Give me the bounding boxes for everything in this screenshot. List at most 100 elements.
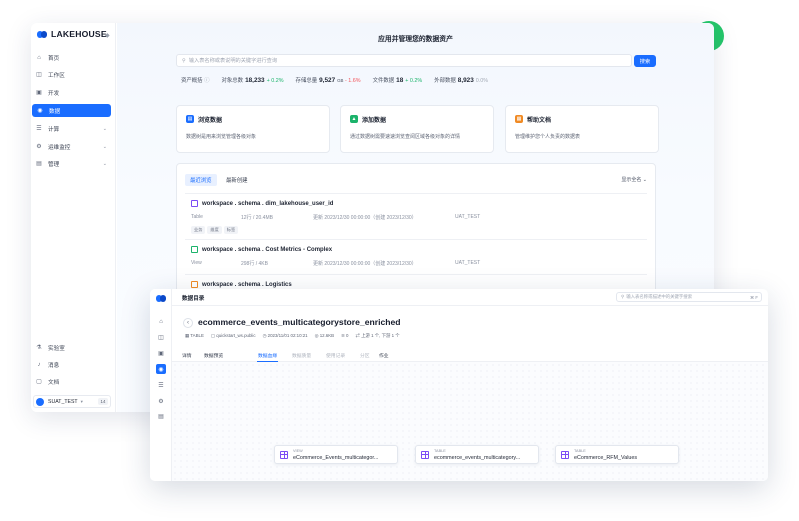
tab-partitions[interactable]: 分区 <box>360 352 370 359</box>
sidebar-item-lab[interactable]: ⚗ 实验室 <box>31 341 111 354</box>
storage-icon: ◎ <box>314 333 319 338</box>
home-icon: ⌂ <box>37 54 41 61</box>
show-full-name-toggle[interactable]: 显示全名 ⌄ <box>621 176 647 183</box>
sidebar-item-docs[interactable]: ▢ 文档 <box>31 375 111 388</box>
search-icon: ⚲ <box>621 294 625 299</box>
workspace-icon[interactable]: ◫ <box>156 332 166 342</box>
code-icon[interactable]: ▣ <box>156 348 166 358</box>
lakehouse-logo-icon <box>37 30 47 38</box>
data-catalog-window: ⌂ ◫ ▣ ◉ ☰ ⚙ ▤ 数据目录 ⚲ 输入表名称或描述中的关键字搜索 ⌘ F… <box>150 289 768 481</box>
tab-data-lineage[interactable]: 数据血缘 <box>258 352 277 359</box>
recent-row-title[interactable]: workspace . schema . Logistics <box>191 281 292 288</box>
chevron-down-icon: ⌄ <box>102 160 107 167</box>
meta-count: ≋ 0 <box>341 333 349 338</box>
brand-logo[interactable]: LAKEHOUSE <box>37 29 107 39</box>
stat-objects: 对象总数 18,233 + 0.2% <box>221 77 284 84</box>
browse-icon: ▤ <box>186 115 194 123</box>
avatar <box>36 397 44 406</box>
tab-data-preview[interactable]: 数据预览 <box>204 352 223 359</box>
doc-icon: ▦ <box>515 115 523 123</box>
tab-data-quality[interactable]: 数据质量 <box>292 352 311 359</box>
tag: 业务 <box>191 226 206 234</box>
sidebar-item-develop[interactable]: ▣ 开发 <box>31 86 111 99</box>
lineage-node-downstream[interactable]: TABLE eCommerce_RFM_Values <box>555 445 679 464</box>
sidebar-item-manage[interactable]: ▤ 管理 ⌄ <box>31 157 111 170</box>
workspace-icon: ◫ <box>36 72 42 78</box>
divider <box>185 239 647 240</box>
user-name: SUAT_TEST <box>48 398 78 405</box>
table-icon <box>421 451 429 459</box>
tab-recent-viewed[interactable]: 最近浏览 <box>185 174 217 186</box>
shortcut-hint: ⌘ F <box>750 294 758 300</box>
meta-time: ◷ 2023/11/01 02:10:21 <box>262 333 308 338</box>
search-button[interactable]: 搜索 <box>634 55 656 67</box>
tab-recent-created[interactable]: 最新创建 <box>221 174 253 186</box>
sidebar-item-compute[interactable]: ☰ 计算 ⌄ <box>31 122 111 135</box>
manage-icon: ▤ <box>36 161 42 167</box>
notification-badge[interactable]: 14 <box>98 398 108 405</box>
chevron-down-icon: ⌄ <box>102 143 107 150</box>
table-meta: ▦ TABLE ▢ quickstart_ws.public ◷ 2023/11… <box>185 333 400 339</box>
lineage-node-current[interactable]: TABLE ecommerce_events_multicategory... <box>415 445 539 464</box>
chevron-down-icon[interactable]: ◆ <box>105 32 110 39</box>
chevron-down-icon: ▾ <box>80 398 83 404</box>
lineage-node-upstream[interactable]: VIEW eCommerce_Events_multicategor... <box>274 445 398 464</box>
tab-usage-records[interactable]: 使用记录 <box>326 352 345 359</box>
book-icon: ▢ <box>36 379 42 385</box>
table-icon <box>280 451 288 459</box>
table-icon <box>191 281 198 288</box>
clock-icon: ◷ <box>262 333 267 338</box>
card-help-docs[interactable]: ▦ 帮助文档 管理维护您个人负责的数据表 <box>505 105 659 153</box>
meta-lineage: ⇄ 上游 1 个, 下游 1 个 <box>355 333 400 338</box>
meta-type: ▦ TABLE <box>185 333 204 338</box>
compute-icon: ☰ <box>36 126 42 132</box>
code-icon: ▣ <box>36 90 42 96</box>
table-icon <box>191 200 198 207</box>
card-browse-data[interactable]: ▤ 浏览数据 数据树是用来浏览管理各级对象 <box>176 105 330 153</box>
lab-icon: ⚗ <box>36 345 42 351</box>
meta-size: ◎ 12.6KB <box>314 333 335 338</box>
tag: 维度 <box>207 226 222 234</box>
back-button[interactable]: ‹ <box>183 318 193 328</box>
tag: 标签 <box>223 226 239 234</box>
meta-schema[interactable]: ▢ quickstart_ws.public <box>211 333 256 339</box>
database-icon[interactable]: ◉ <box>156 364 166 374</box>
tag-list: 业务 维度 标签 <box>191 226 239 234</box>
top-bar: 数据目录 ⚲ 输入表名称或描述中的关键字搜索 ⌘ F <box>172 289 768 306</box>
tab-details[interactable]: 详情 <box>182 352 192 359</box>
manage-icon[interactable]: ▤ <box>156 411 166 421</box>
sidebar-item-home[interactable]: ⌂ 首页 <box>31 51 111 64</box>
upload-icon: ▲ <box>350 115 358 123</box>
recent-row-title[interactable]: workspace . schema . Cost Metrics - Comp… <box>191 246 332 253</box>
monitor-icon[interactable]: ⚙ <box>156 396 166 406</box>
recent-row-meta: Table 12行 / 20.4MB 更新 2023/12/30 00:00:0… <box>191 214 481 221</box>
sidebar-item-monitor[interactable]: ⚙ 运维监控 ⌄ <box>31 140 111 153</box>
sidebar-item-data[interactable]: ◉ 数据 <box>32 104 111 117</box>
search-input[interactable]: ⚲ 输入表名称或表说明的关键字进行查询 <box>176 54 632 67</box>
database-icon: ◉ <box>37 108 43 114</box>
home-icon[interactable]: ⌂ <box>156 317 166 327</box>
user-switcher[interactable]: SUAT_TEST ▾ 14 <box>33 395 111 408</box>
sidebar: LAKEHOUSE ◆ ⌂ 首页 ◫ 工作区 ▣ 开发 ◉ 数据 ☰ 计算 ⌄ … <box>31 23 116 412</box>
stat-storage: 存储总量 9,527 GB - 1.6% <box>295 77 361 84</box>
search-input[interactable]: ⚲ 输入表名称或描述中的关键字搜索 ⌘ F <box>616 292 762 302</box>
recent-row-meta: View 298行 / 4KB 更新 2023/12/30 00:00:00（创… <box>191 260 481 267</box>
sidebar-item-messages[interactable]: ♪ 消息 <box>31 358 111 371</box>
asset-stats: 资产概括 ⓘ 对象总数 18,233 + 0.2% 存储总量 9,527 GB - 1.… <box>181 76 488 84</box>
card-add-data[interactable]: ▲ 添加数据 通过数据树需要速速浏览查阅区域各级对象的详情 <box>340 105 494 153</box>
view-icon <box>191 246 198 253</box>
bell-icon: ♪ <box>37 361 41 368</box>
tab-bar: 详情 数据预览 数据血缘 数据质量 使用记录 分区 作业 <box>172 350 768 362</box>
sidebar-item-workspace[interactable]: ◫ 工作区 <box>31 68 111 81</box>
stat-external: 外部数据 8,923 0.0% <box>434 77 489 84</box>
info-icon: ⓘ <box>204 78 210 84</box>
search-placeholder: 输入表名称或表说明的关键字进行查询 <box>188 58 278 64</box>
tab-jobs[interactable]: 作业 <box>379 352 389 359</box>
icon-sidebar: ⌂ ◫ ▣ ◉ ☰ ⚙ ▤ <box>150 289 172 481</box>
schema-icon: ▢ <box>210 333 216 338</box>
divider <box>185 274 647 275</box>
recent-row-title[interactable]: workspace . schema . dim_lakehouse_user_… <box>191 200 333 207</box>
search-icon: ⚲ <box>182 57 186 64</box>
compute-icon[interactable]: ☰ <box>156 380 166 390</box>
lakehouse-logo-icon[interactable] <box>156 295 166 302</box>
